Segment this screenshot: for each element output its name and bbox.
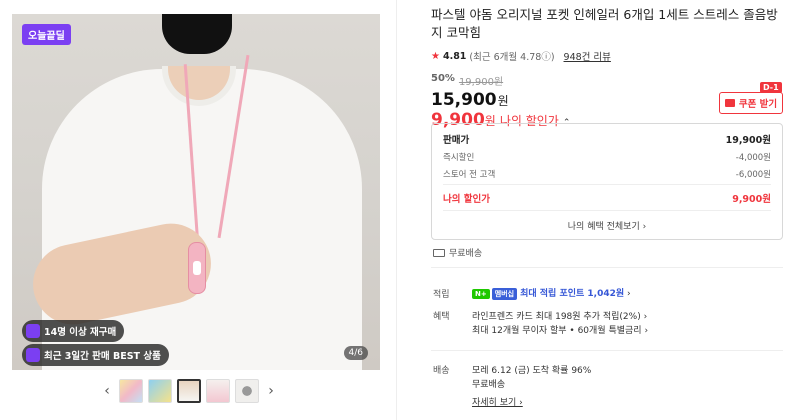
breakdown-divider-2	[443, 210, 771, 211]
sale-price-unit: 원	[497, 94, 509, 108]
free-shipping-row: 무료배송	[433, 246, 482, 259]
delivery-fee: 무료배송	[472, 380, 506, 390]
thumbnail-2[interactable]	[148, 379, 172, 403]
rating-recent[interactable]: (최근 6개월 4.78ⓘ)	[469, 49, 554, 63]
best-badge: 최근 3일간 판매 BEST 상품	[22, 344, 169, 366]
rating-value: 4.81	[442, 50, 467, 62]
repurchase-icon	[26, 324, 40, 338]
product-main-image[interactable]: 오늘끝딜 14명 이상 재구매 최근 3일간 판매 BEST 상품 4/6	[12, 14, 380, 370]
today-deal-badge: 오늘끝딜	[22, 24, 71, 45]
coupon-icon	[724, 99, 735, 107]
thumbnail-4[interactable]	[206, 379, 230, 403]
discount-rate: 50%	[431, 73, 455, 84]
rating-row: ★ 4.81 (최근 6개월 4.78ⓘ) 948건 리뷰	[431, 49, 787, 64]
breakdown-store-row: 스토어 전 고객 -6,000원	[443, 168, 771, 180]
points-label: 적립	[433, 290, 450, 300]
star-icon: ★	[431, 50, 440, 62]
breakdown-my-row: 나의 할인가 9,900원	[443, 191, 771, 205]
card-benefit-link[interactable]: 라인프렌즈 카드 최대 198원 추가 적립(2%) ›	[472, 309, 647, 322]
membership-badge: 멤버십	[491, 288, 518, 300]
breakdown-divider	[443, 184, 771, 185]
installment-benefit-link[interactable]: 최대 12개월 무이자 할부 • 60개월 특별금리 ›	[472, 323, 648, 336]
best-icon	[26, 348, 40, 362]
thumbnail-1[interactable]	[119, 379, 143, 403]
breakdown-sale-row: 판매가 19,900원	[443, 132, 771, 146]
delivery-detail-link[interactable]: 자세히 보기 ›	[472, 395, 523, 408]
thumbnail-strip: ‹ ›	[100, 376, 278, 406]
coupon-button[interactable]: 쿠폰 받기	[719, 92, 783, 114]
column-divider	[396, 0, 397, 420]
product-title: 파스텔 야돔 오리지널 포켓 인헤일러 6개입 1세트 스트레스 졸음방지 코막…	[431, 7, 778, 40]
points-row[interactable]: N+ 멤버십 최대 적립 포인트 1,042원 ›	[472, 286, 631, 300]
naver-plus-badge: N+	[472, 289, 490, 299]
thumbnail-5[interactable]	[235, 379, 259, 403]
thumb-prev-button[interactable]: ‹	[100, 383, 114, 399]
price-breakdown-box: 판매가 19,900원 즉시할인 -4,000원 스토어 전 고객 -6,000…	[431, 123, 783, 240]
review-count-link[interactable]: 948건 리뷰	[564, 49, 611, 63]
points-text: 최대 적립 포인트 1,042원	[520, 289, 625, 299]
best-text: 최근 3일간 판매 BEST 상품	[44, 351, 161, 362]
repurchase-badge: 14명 이상 재구매	[22, 320, 125, 342]
breakdown-store-value: -6,000원	[735, 170, 771, 180]
truck-icon	[433, 248, 445, 257]
breakdown-sale-label: 판매가	[443, 135, 470, 146]
breakdown-my-value: 9,900원	[732, 194, 771, 205]
view-all-benefits-link[interactable]: 나의 혜택 전체보기 ›	[432, 219, 782, 232]
breakdown-my-label: 나의 할인가	[443, 194, 491, 205]
coupon-label: 쿠폰 받기	[738, 99, 778, 110]
thumbnail-3[interactable]	[177, 379, 201, 403]
breakdown-instant-value: -4,000원	[735, 153, 771, 163]
breakdown-store-label: 스토어 전 고객	[443, 170, 496, 180]
image-counter: 4/6	[343, 346, 368, 360]
delivery-eta: 모레 6.12 (금) 도착 확률 96%	[472, 366, 592, 376]
delivery-label: 배송	[433, 366, 450, 376]
breakdown-instant-row: 즉시할인 -4,000원	[443, 151, 771, 163]
breakdown-instant-label: 즉시할인	[443, 153, 475, 163]
section-divider-2	[431, 350, 783, 351]
breakdown-sale-value: 19,900원	[725, 135, 771, 146]
benefits-label: 혜택	[433, 312, 450, 322]
discount-row: 50% 19,900원	[431, 73, 787, 88]
inhaler-product	[188, 242, 206, 294]
original-price: 19,900원	[458, 77, 504, 88]
model-hair	[162, 14, 232, 54]
repurchase-text: 14명 이상 재구매	[44, 327, 117, 338]
free-shipping-text: 무료배송	[449, 249, 483, 259]
points-chevron: ›	[627, 289, 631, 299]
sale-price: 15,900	[431, 90, 497, 110]
section-divider-1	[431, 267, 783, 268]
thumb-next-button[interactable]: ›	[264, 383, 278, 399]
